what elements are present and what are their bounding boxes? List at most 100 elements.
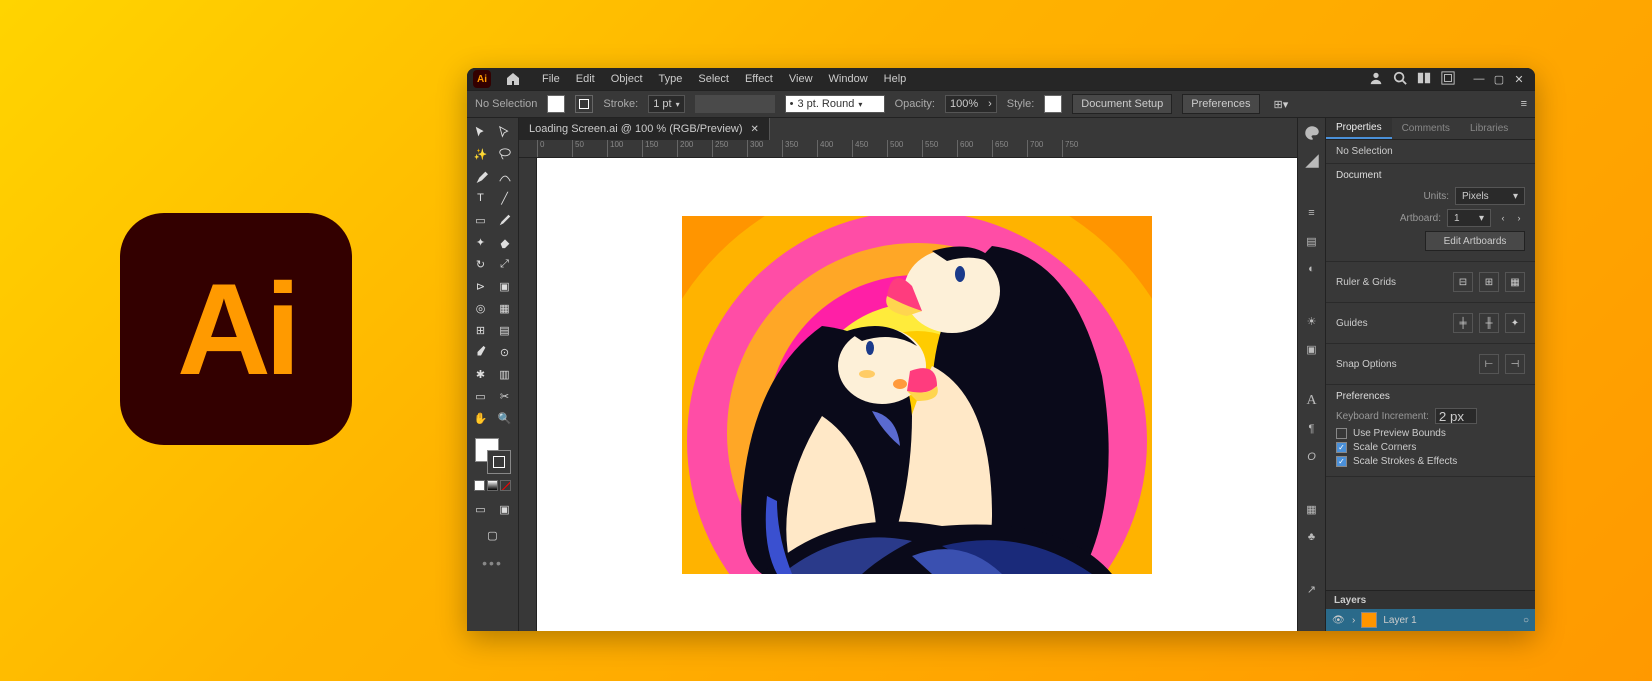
grid-toggle-icon[interactable]: ⊞ <box>1479 272 1499 292</box>
layer-expand-icon[interactable]: › <box>1352 615 1355 626</box>
menu-help[interactable]: Help <box>877 71 914 87</box>
slice-tool[interactable]: ✂ <box>493 386 517 406</box>
selection-tool[interactable] <box>469 122 493 142</box>
curvature-tool[interactable] <box>493 166 517 186</box>
arrange-icon[interactable] <box>1441 71 1455 88</box>
hand-tool[interactable]: ✋ <box>469 408 493 428</box>
menu-select[interactable]: Select <box>691 71 736 87</box>
graph-tool[interactable]: ▥ <box>493 364 517 384</box>
none-mode-icon[interactable] <box>500 480 511 491</box>
home-icon[interactable] <box>505 71 521 87</box>
menu-object[interactable]: Object <box>604 71 650 87</box>
align-panel-icon[interactable]: ▦ <box>1303 500 1321 518</box>
character-panel-icon[interactable]: A <box>1303 392 1321 410</box>
close-icon[interactable]: ✕ <box>1513 73 1525 85</box>
tab-properties[interactable]: Properties <box>1326 118 1392 139</box>
user-icon[interactable] <box>1369 71 1383 88</box>
close-tab-icon[interactable]: ✕ <box>751 124 759 135</box>
canvas[interactable] <box>537 158 1297 631</box>
menu-effect[interactable]: Effect <box>738 71 780 87</box>
search-icon[interactable] <box>1393 71 1407 88</box>
scale-tool[interactable]: ⤢ <box>493 254 517 274</box>
variable-width-profile[interactable] <box>695 95 775 113</box>
stroke-color-box[interactable] <box>487 450 511 474</box>
keyboard-increment-input[interactable] <box>1435 408 1477 424</box>
next-artboard-icon[interactable]: › <box>1513 212 1525 224</box>
paragraph-panel-icon[interactable]: ¶ <box>1303 420 1321 438</box>
panel-menu-icon[interactable]: ≡ <box>1521 98 1527 110</box>
style-swatch[interactable] <box>1044 95 1062 113</box>
screen-mode-icon[interactable]: ▢ <box>481 525 505 545</box>
pathfinder-panel-icon[interactable]: ♣ <box>1303 528 1321 546</box>
gradient-mode-icon[interactable] <box>487 480 498 491</box>
draw-behind-icon[interactable]: ▣ <box>493 499 517 519</box>
gradient-tool[interactable]: ▤ <box>493 320 517 340</box>
eyedropper-tool[interactable] <box>469 342 493 362</box>
transparency-panel-icon[interactable]: ◐ <box>1303 260 1321 278</box>
symbol-sprayer-tool[interactable]: ✱ <box>469 364 493 384</box>
gradient-panel-icon[interactable]: ▤ <box>1303 232 1321 250</box>
menu-type[interactable]: Type <box>652 71 690 87</box>
blend-tool[interactable]: ⊙ <box>493 342 517 362</box>
stroke-panel-icon[interactable]: ≡ <box>1303 204 1321 222</box>
edit-toolbar-icon[interactable]: ••• <box>482 555 503 571</box>
draw-normal-icon[interactable]: ▭ <box>469 499 493 519</box>
show-guides-icon[interactable]: ╪ <box>1453 313 1473 333</box>
document-setup-button[interactable]: Document Setup <box>1072 94 1172 114</box>
paintbrush-tool[interactable] <box>493 210 517 230</box>
pen-tool[interactable] <box>469 166 493 186</box>
rotate-tool[interactable]: ↻ <box>469 254 493 274</box>
artboard-tool[interactable]: ▭ <box>469 386 493 406</box>
document-tab[interactable]: Loading Screen.ai @ 100 % (RGB/Preview) … <box>519 118 770 140</box>
opentype-panel-icon[interactable]: O <box>1303 448 1321 466</box>
width-tool[interactable]: ⊳ <box>469 276 493 296</box>
opacity-dropdown[interactable]: 100%› <box>945 95 997 113</box>
direct-selection-tool[interactable] <box>493 122 517 142</box>
scale-corners-checkbox[interactable]: ✓Scale Corners <box>1336 442 1525 453</box>
align-icon[interactable]: ⊞▾ <box>1274 98 1289 111</box>
lasso-tool[interactable] <box>493 144 517 164</box>
export-panel-icon[interactable]: ↗ <box>1303 580 1321 598</box>
tab-comments[interactable]: Comments <box>1392 119 1460 138</box>
color-mode-icon[interactable] <box>474 480 485 491</box>
preferences-button[interactable]: Preferences <box>1182 94 1259 114</box>
menu-view[interactable]: View <box>782 71 820 87</box>
zoom-tool[interactable]: 🔍 <box>493 408 517 428</box>
prev-artboard-icon[interactable]: ‹ <box>1497 212 1509 224</box>
layer-visibility-icon[interactable]: 👁 <box>1332 615 1346 626</box>
eraser-tool[interactable] <box>493 232 517 252</box>
menu-window[interactable]: Window <box>822 71 875 87</box>
maximize-icon[interactable]: ▢ <box>1493 73 1505 85</box>
use-preview-bounds-checkbox[interactable]: Use Preview Bounds <box>1336 428 1525 439</box>
color-guide-icon[interactable] <box>1303 152 1321 170</box>
menu-edit[interactable]: Edit <box>569 71 602 87</box>
minimize-icon[interactable]: — <box>1473 73 1485 85</box>
menu-file[interactable]: File <box>535 71 567 87</box>
ruler-toggle-icon[interactable]: ⊟ <box>1453 272 1473 292</box>
tab-libraries[interactable]: Libraries <box>1460 119 1518 138</box>
units-dropdown[interactable]: Pixels▾ <box>1455 187 1525 205</box>
snap-grid-icon[interactable]: ⊣ <box>1505 354 1525 374</box>
scale-strokes-checkbox[interactable]: ✓Scale Strokes & Effects <box>1336 456 1525 467</box>
magic-wand-tool[interactable]: ✨ <box>469 144 493 164</box>
line-tool[interactable]: ╱ <box>493 188 517 208</box>
mesh-tool[interactable]: ⊞ <box>469 320 493 340</box>
smart-guides-icon[interactable]: ✦ <box>1505 313 1525 333</box>
layer-row[interactable]: 👁 › Layer 1 ○ <box>1326 609 1535 631</box>
artboard-dropdown[interactable]: 1▾ <box>1447 209 1491 227</box>
transparency-grid-icon[interactable]: ▦ <box>1505 272 1525 292</box>
layer-target-icon[interactable]: ○ <box>1523 615 1529 626</box>
workspace-icon[interactable] <box>1417 71 1431 88</box>
snap-point-icon[interactable]: ⊢ <box>1479 354 1499 374</box>
appearance-panel-icon[interactable]: ☀ <box>1303 312 1321 330</box>
brush-dropdown[interactable]: • 3 pt. Round <box>785 95 885 113</box>
free-transform-tool[interactable]: ▣ <box>493 276 517 296</box>
perspective-tool[interactable]: ▦ <box>493 298 517 318</box>
lock-guides-icon[interactable]: ╫ <box>1479 313 1499 333</box>
stroke-width-dropdown[interactable]: 1 pt <box>648 95 684 113</box>
fill-stroke-indicator[interactable] <box>475 438 511 474</box>
fill-swatch[interactable] <box>547 95 565 113</box>
graphic-styles-icon[interactable]: ▣ <box>1303 340 1321 358</box>
color-panel-icon[interactable] <box>1303 124 1321 142</box>
edit-artboards-button[interactable]: Edit Artboards <box>1425 231 1525 251</box>
